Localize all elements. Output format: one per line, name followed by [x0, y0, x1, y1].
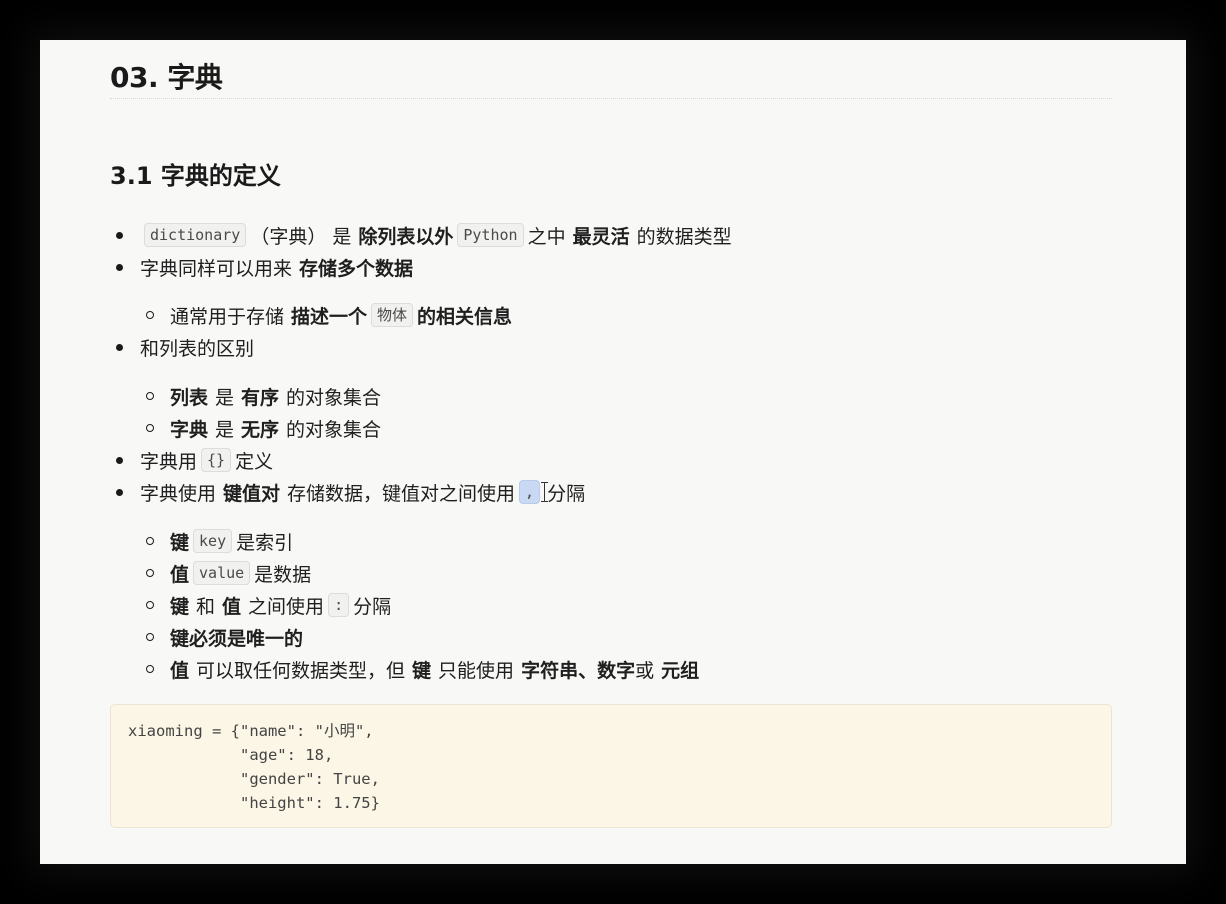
text: 是 [215, 418, 235, 441]
bold-text: 元组 [661, 659, 700, 682]
bullet-icon [116, 264, 123, 271]
bold-text: 存储多个数据 [299, 257, 414, 280]
text: 存储数据，键值对之间使用 [287, 482, 516, 505]
text: 之间使用 [248, 595, 325, 618]
text: 和 [196, 595, 216, 618]
text: 分隔 [547, 482, 586, 505]
inline-code: Python [457, 223, 524, 247]
text: 字典用 [140, 450, 198, 473]
bold-text: 值 [170, 659, 190, 682]
text: （字典） 是 [250, 225, 352, 248]
circle-bullet-icon [146, 424, 154, 432]
bold-text: 描述一个 [291, 305, 368, 328]
inline-code: 物体 [371, 303, 414, 327]
bold-text: 键必须是唯一的 [170, 627, 304, 650]
text: 定义 [235, 450, 274, 473]
bold-text: 键 [412, 659, 432, 682]
circle-bullet-icon [146, 392, 154, 400]
text: 是索引 [236, 531, 294, 554]
bullet-icon [116, 489, 123, 496]
code-block[interactable]: xiaoming = {"name": "小明", "age": 18, "ge… [110, 704, 1112, 828]
circle-bullet-icon [146, 537, 154, 545]
bold-text: 有序 [241, 386, 280, 409]
bold-text: 列表 [170, 386, 209, 409]
circle-bullet-icon [146, 665, 154, 673]
text: 的对象集合 [286, 386, 382, 409]
selected-inline-code[interactable]: , [519, 480, 541, 504]
bold-text: 字典 [170, 418, 209, 441]
text: 和列表的区别 [140, 337, 255, 360]
text: 字典同样可以用来 [140, 257, 293, 280]
inline-code: dictionary [144, 223, 247, 247]
text: 通常用于存储 [170, 305, 285, 328]
text: 之中 [527, 225, 566, 248]
bold-text: 值 [222, 595, 242, 618]
inline-code: : [328, 593, 350, 617]
code-text[interactable]: xiaoming = {"name": "小明", "age": 18, "ge… [128, 719, 380, 815]
text: 的数据类型 [636, 225, 732, 248]
circle-bullet-icon [146, 633, 154, 641]
text: 是 [215, 386, 235, 409]
text: 字典使用 [140, 482, 217, 505]
circle-bullet-icon [146, 569, 154, 577]
bullet-icon [116, 344, 123, 351]
bold-text: 字符串、数字 [521, 659, 636, 682]
section-heading: 3.1 字典的定义 [110, 162, 281, 190]
page-title: 03. 字典 [110, 61, 223, 94]
bold-text: 键 [170, 595, 190, 618]
bullet-icon [116, 232, 123, 239]
heading-divider [110, 98, 1112, 99]
bold-text: 除列表以外 [358, 225, 454, 248]
bold-text: 值 [170, 563, 190, 586]
text: 或 [635, 659, 655, 682]
bullet-icon [116, 457, 123, 464]
document-page: 03. 字典 3.1 字典的定义 dictionary （字典） 是 除列表以外… [40, 40, 1186, 864]
bold-text: 的相关信息 [417, 305, 513, 328]
bold-text: 最灵活 [572, 225, 630, 248]
bold-text: 无序 [241, 418, 280, 441]
bold-text: 键值对 [223, 482, 281, 505]
circle-bullet-icon [146, 601, 154, 609]
inline-code: key [193, 529, 233, 553]
text: 只能使用 [438, 659, 515, 682]
text: 的对象集合 [286, 418, 382, 441]
text: 是数据 [254, 563, 312, 586]
inline-code: {} [201, 448, 232, 472]
inline-code: value [193, 561, 251, 585]
text: 可以取任何数据类型，但 [196, 659, 406, 682]
text-cursor-icon [541, 482, 549, 502]
text: 分隔 [353, 595, 392, 618]
bold-text: 键 [170, 531, 190, 554]
circle-bullet-icon [146, 311, 154, 319]
